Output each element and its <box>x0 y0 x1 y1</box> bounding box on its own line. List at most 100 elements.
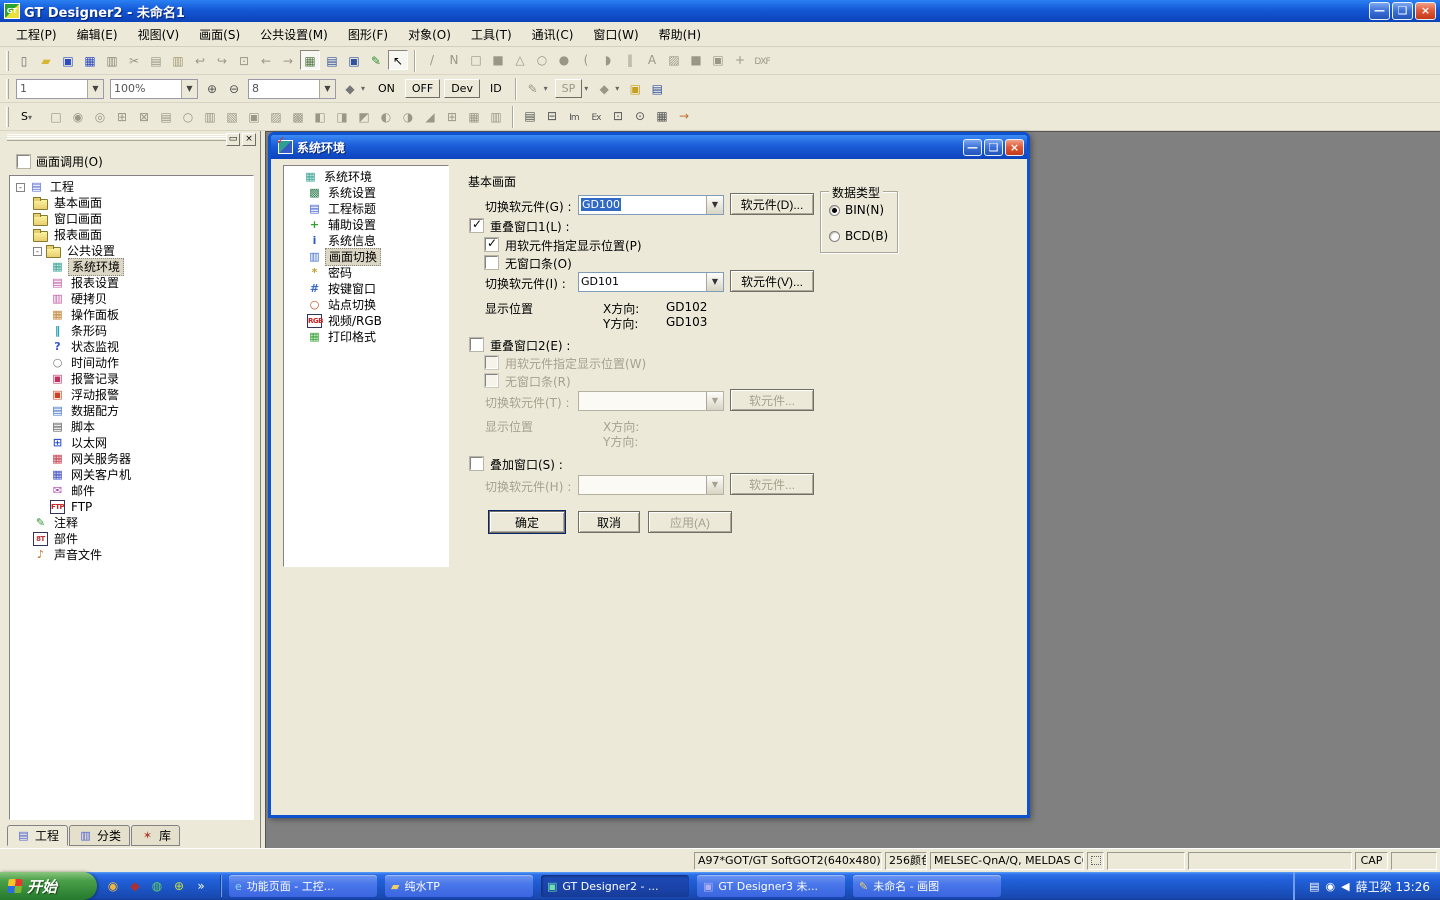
draw-arc-icon[interactable]: ( <box>576 50 596 70</box>
object-switch-icon[interactable]: □ <box>46 107 66 127</box>
tree-item[interactable]: ✉邮件 <box>10 483 253 499</box>
bin-radio[interactable] <box>829 205 840 216</box>
minimize-icon[interactable]: — <box>1369 2 1390 20</box>
tree-item[interactable]: ○站点切换 <box>284 297 448 313</box>
tree-item[interactable]: ▦打印格式 <box>284 329 448 345</box>
redo-icon[interactable]: ↪ <box>212 51 232 71</box>
menu-item[interactable]: 画面(S) <box>189 23 250 46</box>
tree-item[interactable]: ▦操作面板 <box>10 307 253 323</box>
cut-icon[interactable]: ✂ <box>124 51 144 71</box>
dialog-close-icon[interactable]: × <box>1005 139 1024 156</box>
device-v-button[interactable]: 软元件(V)... <box>730 270 814 292</box>
chevron-down-icon[interactable]: ▼ <box>706 273 723 291</box>
screen-number-combo[interactable]: 1 ▼ <box>16 79 104 99</box>
dxf-data-icon[interactable]: DXF <box>752 52 772 72</box>
window-preview-icon[interactable]: ▣ <box>625 79 645 99</box>
chevron-down-icon[interactable]: ▼ <box>87 80 103 98</box>
chevron-down-icon[interactable]: ▼ <box>181 80 197 98</box>
tree-item[interactable]: ▩系统设置 <box>284 185 448 201</box>
object-data-list-icon[interactable]: ▤ <box>156 107 176 127</box>
previous-screen-icon[interactable]: ← <box>256 51 276 71</box>
grid-on-toggle[interactable]: ON <box>372 80 401 97</box>
fill-color-icon[interactable]: ◆ <box>594 79 614 99</box>
tree-item[interactable]: ✎注释 <box>10 515 253 531</box>
tree-item[interactable]: 8T部件 <box>10 531 253 547</box>
grid-off-toggle[interactable]: OFF <box>405 79 440 98</box>
open-file-icon[interactable]: ▰ <box>36 51 56 71</box>
object-comment-bit-icon[interactable]: ▥ <box>200 107 220 127</box>
menu-item[interactable]: 对象(O) <box>398 23 461 46</box>
cancel-button[interactable]: 取消 <box>578 511 640 533</box>
tree-item[interactable]: +辅助设置 <box>284 217 448 233</box>
menu-item[interactable]: 通讯(C) <box>522 23 584 46</box>
overlap1-nobar-checkbox[interactable] <box>485 256 498 269</box>
select-pointer-icon[interactable]: ↖ <box>388 50 408 70</box>
taskbar-button[interactable]: e功能页面 - 工控... <box>229 875 377 897</box>
tray-language-icon[interactable]: ◉ <box>1326 880 1336 893</box>
overlap2-checkbox[interactable] <box>470 338 483 351</box>
save-icon[interactable]: ▣ <box>58 51 78 71</box>
tree-item[interactable]: ▥画面切换 <box>284 249 448 265</box>
taskbar-button[interactable]: ✎未命名 - 画图 <box>853 875 1001 897</box>
transfer-download-icon[interactable]: ▥ <box>102 51 122 71</box>
object-panelmeter-icon[interactable]: ◐ <box>376 107 396 127</box>
taskbar-button[interactable]: ▣GT Designer3 未... <box>697 875 845 897</box>
toolbar-grip[interactable] <box>6 51 9 71</box>
menu-item[interactable]: 图形(F) <box>338 23 398 46</box>
menu-item[interactable]: 工具(T) <box>461 23 522 46</box>
tree-collapse-icon[interactable]: - <box>33 247 42 256</box>
menu-item[interactable]: 窗口(W) <box>583 23 648 46</box>
tree-item[interactable]: ▥硬拷贝 <box>10 291 253 307</box>
apply-button[interactable]: 应用(A) <box>648 511 732 533</box>
chevron-down-icon[interactable]: ▾ <box>615 84 624 93</box>
menu-item[interactable]: 编辑(E) <box>67 23 128 46</box>
object-bit-lamp-icon[interactable]: ◉ <box>68 107 88 127</box>
grid-size-combo[interactable]: 8 ▼ <box>248 79 336 99</box>
bcd-radio[interactable] <box>829 231 840 242</box>
tree-item[interactable]: ▣浮动报警 <box>10 387 253 403</box>
chevron-down-icon[interactable]: ▼ <box>706 196 723 214</box>
tree-item[interactable]: -公共设置 <box>10 243 253 259</box>
chevron-down-icon[interactable]: ▼ <box>706 476 723 494</box>
start-button[interactable]: 开始 <box>0 872 97 900</box>
tree-item[interactable]: 窗口画面 <box>10 211 253 227</box>
chevron-down-icon[interactable]: ▼ <box>706 392 723 410</box>
menu-item[interactable]: 工程(P) <box>6 23 67 46</box>
superimpose-checkbox[interactable] <box>470 457 483 470</box>
import-image-icon[interactable]: ▣ <box>708 50 728 70</box>
object-lamp-area-icon[interactable]: ◩ <box>354 107 374 127</box>
property-sheet-icon[interactable]: ▤ <box>647 79 667 99</box>
tree-item[interactable]: ▤报表设置 <box>10 275 253 291</box>
chevron-down-icon[interactable]: ▾ <box>584 84 593 93</box>
tray-keyboard-icon[interactable]: ▤ <box>1309 880 1319 893</box>
chevron-down-icon[interactable]: ▾ <box>28 113 37 122</box>
screen-call-checkbox[interactable] <box>17 155 30 168</box>
quicklaunch-launcher-icon[interactable]: ⊕ <box>171 878 187 894</box>
import-library-icon[interactable]: Im <box>564 108 584 128</box>
panel-tab-inactive[interactable]: ✶库 <box>131 825 180 846</box>
quicklaunch-more-icon[interactable]: » <box>193 878 209 894</box>
device-d-button[interactable]: 软元件(D)... <box>730 193 814 215</box>
switch-device-i-combo[interactable]: GD101 ▼ <box>578 272 724 292</box>
device2-button[interactable]: 软元件... <box>730 389 814 411</box>
taskbar-button[interactable]: ▣GT Designer2 - ... <box>541 875 689 897</box>
tree-collapse-icon[interactable]: - <box>16 183 25 192</box>
object-trend-graph-icon[interactable]: ◢ <box>420 107 440 127</box>
screen-image-view-icon[interactable]: ▦ <box>300 50 320 70</box>
tree-item[interactable]: ♪声音文件 <box>10 547 253 563</box>
screen-check-icon[interactable]: ⊡ <box>608 106 628 126</box>
draw-circle-icon[interactable]: ○ <box>532 50 552 70</box>
chevron-down-icon[interactable]: ▾ <box>361 84 370 93</box>
menu-item[interactable]: 帮助(H) <box>649 23 711 46</box>
panel-tab-active[interactable]: ▤工程 <box>7 825 68 846</box>
draw-filled-area-icon[interactable]: ■ <box>686 50 706 70</box>
find-device-icon[interactable]: ⊙ <box>630 106 650 126</box>
draw-line-icon[interactable]: / <box>422 50 442 70</box>
save-window-icon[interactable]: ▦ <box>80 51 100 71</box>
object-word-lamp-icon[interactable]: ◎ <box>90 107 110 127</box>
tree-item[interactable]: RGB视频/RGB <box>284 313 448 329</box>
panel-tab-inactive[interactable]: ▥分类 <box>69 825 130 846</box>
paste-icon[interactable]: ▥ <box>168 51 188 71</box>
draw-scale-icon[interactable]: ‖ <box>620 50 640 70</box>
overlap1-position-checkbox[interactable] <box>485 238 498 251</box>
